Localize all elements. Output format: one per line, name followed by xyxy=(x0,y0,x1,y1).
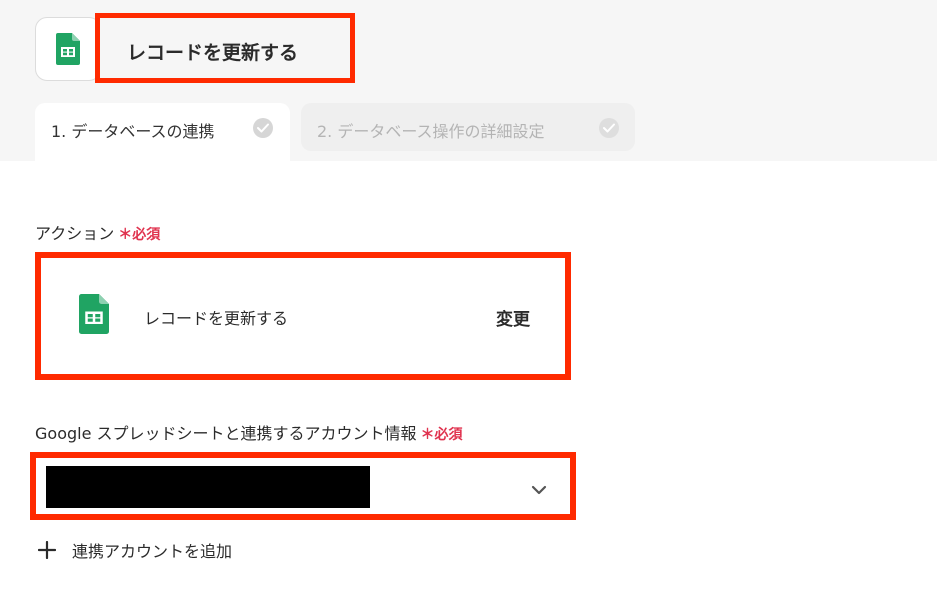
change-action-button[interactable]: 変更 xyxy=(496,305,530,330)
selected-action-text: レコードを更新する xyxy=(144,309,289,328)
google-sheets-icon xyxy=(79,294,109,334)
page-title: レコードを更新する xyxy=(127,42,299,64)
check-circle-icon xyxy=(599,118,619,138)
action-label-text: アクション xyxy=(35,224,115,243)
check-circle-icon xyxy=(253,118,273,138)
required-mark: ＊必須 xyxy=(420,427,463,443)
page-title-box: レコードを更新する xyxy=(95,13,355,83)
required-text: 必須 xyxy=(434,427,463,443)
google-sheets-icon xyxy=(56,33,80,65)
account-label-text: Google スプレッドシートと連携するアカウント情報 xyxy=(35,424,417,443)
tab-label: 1. データベースの連携 xyxy=(51,122,215,141)
required-text: 必須 xyxy=(132,227,161,243)
app-icon-tile xyxy=(35,17,101,81)
action-selector[interactable]: レコードを更新する 変更 xyxy=(35,252,571,380)
chevron-down-icon[interactable] xyxy=(531,480,547,499)
tab-database-link[interactable]: 1. データベースの連携 xyxy=(35,103,290,161)
action-field-label: アクション ＊必須 xyxy=(35,220,160,244)
account-select[interactable] xyxy=(30,452,576,520)
account-field-label: Google スプレッドシートと連携するアカウント情報 ＊必須 xyxy=(35,420,463,444)
required-mark: ＊必須 xyxy=(118,227,161,243)
plus-icon xyxy=(37,540,57,563)
tab-label: 2. データベース操作の詳細設定 xyxy=(317,122,545,141)
add-linked-account-label: 連携アカウントを追加 xyxy=(72,542,233,561)
tab-database-operation-settings[interactable]: 2. データベース操作の詳細設定 xyxy=(301,103,635,151)
redacted-account-value xyxy=(46,466,370,508)
